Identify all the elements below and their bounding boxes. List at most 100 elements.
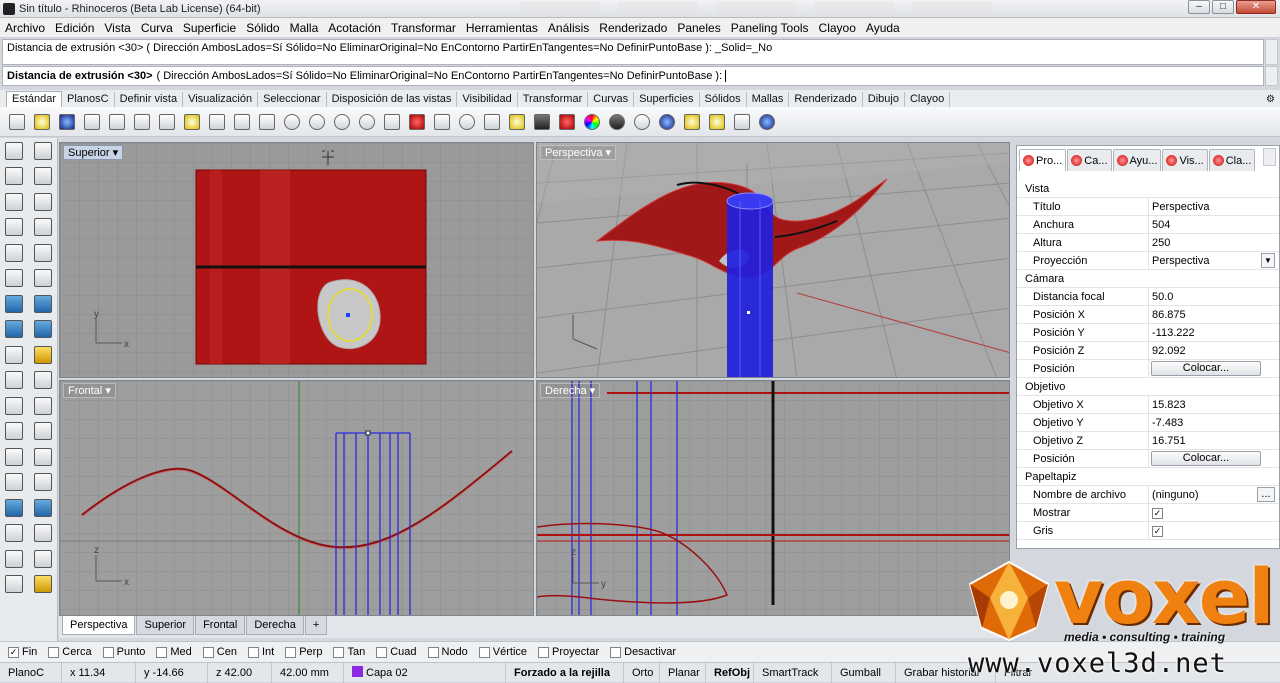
osnap-checkbox[interactable] xyxy=(247,646,259,658)
render-icon[interactable] xyxy=(5,575,24,594)
zoom-extents-icon[interactable] xyxy=(331,111,353,133)
osnap-8[interactable]: Cuad xyxy=(376,646,417,658)
array-icon[interactable] xyxy=(5,473,24,492)
status-plane[interactable]: PlanoC xyxy=(0,662,62,683)
property-value[interactable]: Perspectiva xyxy=(1149,198,1279,215)
explode-icon[interactable] xyxy=(33,396,52,415)
menu-item-12[interactable]: Paneles xyxy=(672,21,725,35)
property-value[interactable]: Colocar... xyxy=(1149,450,1279,467)
layer-tool-icon[interactable] xyxy=(33,575,52,594)
chevron-down-icon[interactable]: ▼ xyxy=(1261,253,1275,268)
section-objetivo[interactable]: Objetivo xyxy=(1017,378,1279,396)
osnap-3[interactable]: Med xyxy=(156,646,192,658)
four-viewports-icon[interactable] xyxy=(381,111,403,133)
command-prompt-options[interactable]: ( Dirección AmbosLados=Sí Sólido=No Elim… xyxy=(157,70,723,82)
section-papeltapiz[interactable]: Papeltapiz xyxy=(1017,468,1279,486)
viewport-tab-1[interactable]: Superior xyxy=(136,616,195,635)
viewport-front[interactable]: x z Frontal ▾ xyxy=(59,380,534,616)
osnap-checkbox[interactable] xyxy=(202,646,214,658)
group-icon[interactable] xyxy=(33,524,52,543)
render-sphere-icon[interactable] xyxy=(631,111,653,133)
toolbar-tab-7[interactable]: Transformar xyxy=(518,92,589,107)
place-button[interactable]: Colocar... xyxy=(1151,361,1261,376)
command-line[interactable]: Distancia de extrusión <30> ( Dirección … xyxy=(2,66,1264,86)
panel-tab-0[interactable]: Pro... xyxy=(1019,149,1067,171)
status-history[interactable]: Grabar historial xyxy=(896,662,996,683)
status-grid-snap[interactable]: Forzado a la rejilla xyxy=(506,662,624,683)
tabbar-gear-icon[interactable]: ⚙ xyxy=(1261,93,1280,107)
osnap-2[interactable]: Punto xyxy=(102,646,145,658)
boolean-icon[interactable] xyxy=(5,396,24,415)
transform-icon[interactable] xyxy=(731,111,753,133)
property-value[interactable]: 16.751 xyxy=(1149,432,1279,449)
ellipse-icon[interactable] xyxy=(33,192,52,211)
osnap-6[interactable]: Perp xyxy=(285,646,322,658)
options-gear-icon[interactable] xyxy=(706,111,728,133)
text-icon[interactable] xyxy=(5,447,24,466)
analyze-icon[interactable] xyxy=(5,549,24,568)
menu-item-11[interactable]: Renderizado xyxy=(594,21,672,35)
panel-scroll-up[interactable] xyxy=(1263,148,1276,166)
open-folder-icon[interactable] xyxy=(31,111,53,133)
minimize-button[interactable]: – xyxy=(1188,0,1210,14)
status-gumball[interactable]: Gumball xyxy=(832,662,896,683)
viewport-tab-2[interactable]: Frontal xyxy=(195,616,246,635)
osnap-checkbox[interactable] xyxy=(285,646,297,658)
osnap-checkbox[interactable]: ✓ xyxy=(8,646,19,658)
menu-item-8[interactable]: Transformar xyxy=(386,21,461,35)
panel-tab-4[interactable]: Cla... xyxy=(1208,149,1256,171)
viewport-front-label[interactable]: Frontal ▾ xyxy=(63,383,116,398)
property-value[interactable]: ✓ xyxy=(1149,504,1279,521)
menu-item-9[interactable]: Herramientas xyxy=(461,21,543,35)
property-value[interactable]: 250 xyxy=(1149,234,1279,251)
toolbar-tab-14[interactable]: Clayoo xyxy=(905,92,951,107)
plane-surface-icon[interactable] xyxy=(33,320,52,339)
rotate-icon[interactable] xyxy=(33,422,52,441)
property-value[interactable]: 86.875 xyxy=(1149,306,1279,323)
panel-tab-3[interactable]: Vis... xyxy=(1162,149,1208,171)
menu-item-4[interactable]: Superficie xyxy=(178,21,241,35)
menu-item-15[interactable]: Ayuda xyxy=(861,21,905,35)
extend-curve-icon[interactable] xyxy=(33,269,52,288)
chevron-down-icon[interactable]: ▾ xyxy=(113,147,119,159)
cylinder-icon[interactable] xyxy=(5,320,24,339)
property-value[interactable]: 15.823 xyxy=(1149,396,1279,413)
close-button[interactable]: ✕ xyxy=(1236,0,1276,14)
status-filter[interactable]: Filtrar xyxy=(996,663,1036,683)
toolbar-tab-5[interactable]: Disposición de las vistas xyxy=(327,92,458,107)
viewport-right-canvas[interactable]: y z xyxy=(537,381,1010,616)
shade-icon[interactable] xyxy=(606,111,628,133)
property-value[interactable]: -113.222 xyxy=(1149,324,1279,341)
osnap-11[interactable]: Proyectar xyxy=(538,646,599,658)
render-blue-icon[interactable] xyxy=(656,111,678,133)
viewport-tab-0[interactable]: Perspectiva xyxy=(62,616,136,635)
property-value[interactable]: Perspectiva ▼ xyxy=(1149,252,1279,269)
solid-edit-icon[interactable] xyxy=(5,498,24,517)
osnap-checkbox[interactable] xyxy=(427,646,439,658)
dimension-icon[interactable] xyxy=(33,447,52,466)
status-ortho[interactable]: Orto xyxy=(624,662,660,683)
status-layer[interactable]: Capa 02 xyxy=(344,662,506,683)
curve-icon[interactable] xyxy=(33,243,52,262)
place-button[interactable]: Colocar... xyxy=(1151,451,1261,466)
menu-item-14[interactable]: Clayoo xyxy=(814,21,861,35)
menu-item-6[interactable]: Malla xyxy=(285,21,324,35)
move-icon[interactable] xyxy=(5,422,24,441)
viewport-top-canvas[interactable]: x y xyxy=(60,143,534,378)
status-smarttrack[interactable]: SmartTrack xyxy=(754,662,832,683)
toolbar-tab-9[interactable]: Superficies xyxy=(634,92,700,107)
status-planar[interactable]: Planar xyxy=(660,662,706,683)
osnap-12[interactable]: Desactivar xyxy=(610,646,676,658)
toolbar-tab-0[interactable]: Estándar xyxy=(6,91,63,107)
trim-icon[interactable] xyxy=(5,371,24,390)
viewport-tab-3[interactable]: Derecha xyxy=(246,616,304,635)
circle-icon[interactable] xyxy=(5,192,24,211)
zoom-selected-icon[interactable] xyxy=(356,111,378,133)
toolbar-tab-11[interactable]: Mallas xyxy=(747,92,790,107)
property-checkbox[interactable]: ✓ xyxy=(1152,526,1163,537)
box-icon[interactable] xyxy=(5,294,24,313)
property-value[interactable]: Colocar... xyxy=(1149,360,1279,377)
panel-tab-2[interactable]: Ayu... xyxy=(1112,149,1162,171)
select-arrow-icon[interactable] xyxy=(5,141,24,160)
menu-item-0[interactable]: Archivo xyxy=(0,21,50,35)
